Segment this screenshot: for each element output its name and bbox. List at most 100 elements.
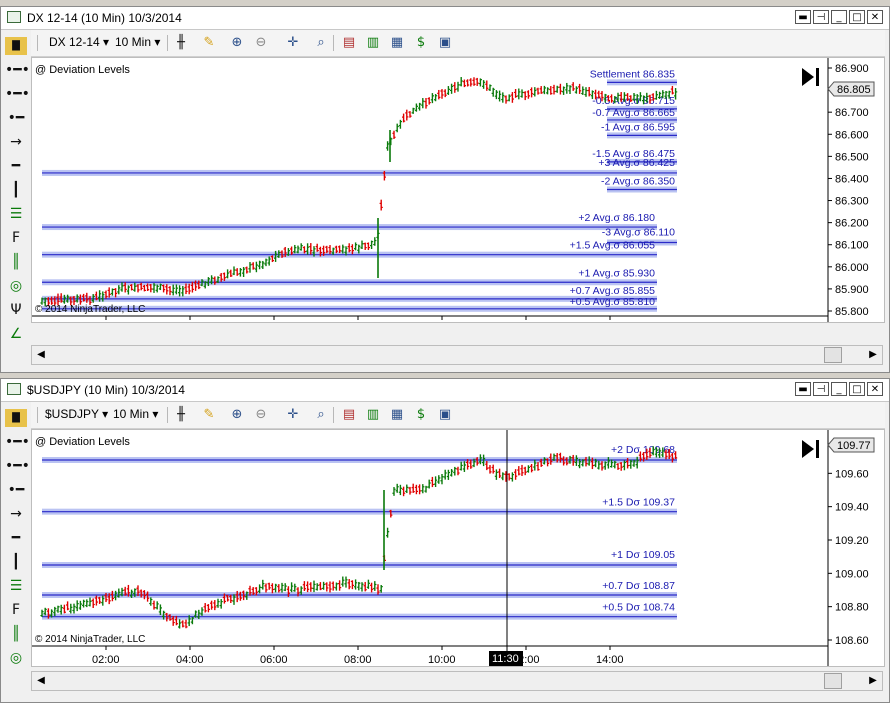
fib-retracement-icon[interactable]: ☰	[5, 577, 27, 595]
strategies-icon[interactable]: ▥	[365, 407, 381, 423]
chart-svg: 109.60 109.40 109.20 109.00 108.80 108.60 02:0…	[32, 430, 875, 666]
price-chart-dx[interactable]: 86.90086.80086.70086.60086.50086.40086.3…	[31, 57, 885, 336]
vertical-line-icon[interactable]: ┃	[5, 553, 27, 571]
time-tick-label: 02:00	[92, 654, 120, 666]
scroll-right-icon[interactable]: ▶	[866, 674, 880, 688]
indicators-icon[interactable]: ▤	[341, 35, 357, 51]
deviation-level-label: Settlement 86.835	[590, 68, 675, 80]
chart-data-icon[interactable]: ▦	[389, 407, 405, 423]
deviation-level-label: -0.7 Avg.σ 86.665	[592, 107, 675, 119]
horizontal-line-icon[interactable]: ━	[5, 157, 27, 175]
vertical-line-icon[interactable]: ┃	[5, 181, 27, 199]
ruler-tool-icon[interactable]: ▇	[5, 409, 27, 427]
price-tick-label: 109.00	[835, 568, 869, 580]
zoom-out-icon[interactable]: ⊖	[253, 35, 269, 51]
maximize-button[interactable]: □	[849, 382, 865, 396]
fib-circle-icon[interactable]: ◎	[5, 649, 27, 667]
horizontal-scrollbar[interactable]: ◀ ▶	[31, 345, 883, 365]
scroll-left-icon[interactable]: ◀	[34, 348, 48, 362]
crosshair-icon[interactable]: ✛	[285, 35, 301, 51]
fib-extension-icon[interactable]: F	[5, 229, 27, 247]
price-tick-label: 86.500	[835, 151, 869, 163]
close-button[interactable]: ✕	[867, 382, 883, 396]
time-tick-label: 08:00	[344, 654, 372, 666]
line-tool-icon[interactable]: •━•	[5, 457, 30, 475]
arrow-line-icon[interactable]: →	[5, 133, 27, 151]
chart-data-icon[interactable]: ▦	[389, 35, 405, 51]
close-button[interactable]: ✕	[867, 10, 883, 24]
toolbar-separator	[37, 35, 38, 51]
interval-selector[interactable]: 10 Min ▾	[115, 35, 160, 49]
properties-icon[interactable]: ▣	[437, 407, 453, 423]
price-tick-label: 86.300	[835, 196, 869, 208]
link-icon[interactable]: ▬	[795, 382, 811, 396]
deviation-level-label: -2 Avg.σ 86.350	[601, 176, 675, 188]
fib-extension-icon[interactable]: F	[5, 601, 27, 619]
price-tick-label: 109.20	[835, 535, 869, 547]
link-icon[interactable]: ▬	[795, 10, 811, 24]
pin-icon[interactable]: ⊣	[813, 10, 829, 24]
deviation-level-label: +2 Avg.σ 86.180	[578, 212, 655, 224]
instrument-selector[interactable]: DX 12-14 ▾	[49, 35, 109, 49]
gann-fan-icon[interactable]: ∠	[5, 325, 27, 343]
fib-retracement-icon[interactable]: ☰	[5, 205, 27, 223]
title-bar[interactable]: DX 12-14 (10 Min) 10/3/2014 ▬ ⊣ _ □ ✕	[1, 7, 889, 30]
drawing-pencil-icon[interactable]: ✎	[201, 407, 217, 423]
arrow-line-icon[interactable]: →	[5, 505, 27, 523]
scroll-right-icon[interactable]: ▶	[866, 348, 880, 362]
dollar-icon[interactable]: $	[413, 35, 429, 51]
scroll-thumb[interactable]	[824, 673, 842, 689]
time-tick-label: 06:00	[260, 654, 288, 666]
line-tool-icon[interactable]: •━•	[5, 85, 30, 103]
horizontal-scrollbar[interactable]: ◀ ▶	[31, 671, 883, 691]
fib-time-icon[interactable]: ║	[5, 253, 27, 271]
horizontal-line-icon[interactable]: ━	[5, 529, 27, 547]
strategies-icon[interactable]: ▥	[365, 35, 381, 51]
interval-selector[interactable]: 10 Min ▾	[113, 407, 158, 421]
zoom-out-icon[interactable]: ⊖	[253, 407, 269, 423]
price-tick-label: 86.700	[835, 107, 869, 119]
zoom-in-icon[interactable]: ⊕	[229, 35, 245, 51]
magnifier-icon[interactable]: ⌕	[313, 35, 329, 51]
deviation-level-label: +0.5 Avg.σ 85.810	[570, 296, 656, 308]
indicator-label: @ Deviation Levels	[35, 64, 130, 76]
fib-circle-icon[interactable]: ◎	[5, 277, 27, 295]
indicators-icon[interactable]: ▤	[341, 407, 357, 423]
scroll-thumb[interactable]	[824, 347, 842, 363]
chart-window-icon	[7, 383, 21, 395]
pin-icon[interactable]: ⊣	[813, 382, 829, 396]
chart-toolbar: DX 12-14 ▾ 10 Min ▾ ╫ ✎ ⊕ ⊖ ✛ ⌕ ▤ ▥ ▦ $ …	[31, 30, 885, 57]
dollar-icon[interactable]: $	[413, 407, 429, 423]
title-bar[interactable]: $USDJPY (10 Min) 10/3/2014 ▬ ⊣ _ □ ✕	[1, 379, 889, 402]
extended-line-icon[interactable]: •━	[5, 109, 27, 127]
properties-icon[interactable]: ▣	[437, 35, 453, 51]
price-tick-label: 85.900	[835, 284, 869, 296]
minimize-button[interactable]: _	[831, 382, 847, 396]
magnifier-icon[interactable]: ⌕	[313, 407, 329, 423]
fib-time-icon[interactable]: ║	[5, 625, 27, 643]
drawing-pencil-icon[interactable]: ✎	[201, 35, 217, 51]
price-chart-usdjpy[interactable]: 109.60 109.40 109.20 109.00 108.80 108.60 02:0…	[31, 429, 885, 667]
price-tick-label: 86.100	[835, 240, 869, 252]
maximize-button[interactable]: □	[849, 10, 865, 24]
chart-svg: 86.90086.80086.70086.60086.50086.40086.3…	[32, 58, 875, 336]
go-to-end-icon	[802, 68, 814, 86]
price-tick-label: 109.60	[835, 468, 869, 480]
zoom-in-icon[interactable]: ⊕	[229, 407, 245, 423]
ray-tool-icon[interactable]: •━•	[5, 433, 30, 451]
minimize-button[interactable]: _	[831, 10, 847, 24]
instrument-selector[interactable]: $USDJPY ▾	[45, 407, 108, 421]
go-to-end-icon	[816, 68, 819, 86]
ruler-tool-icon[interactable]: ▇	[5, 37, 27, 55]
toolbar-separator	[167, 35, 168, 51]
ray-tool-icon[interactable]: •━•	[5, 61, 30, 79]
andrews-pitchfork-icon[interactable]: Ψ	[5, 301, 27, 319]
bar-type-icon[interactable]: ╫	[173, 35, 189, 51]
crosshair-icon[interactable]: ✛	[285, 407, 301, 423]
scroll-left-icon[interactable]: ◀	[34, 674, 48, 688]
extended-line-icon[interactable]: •━	[5, 481, 27, 499]
time-tick-label: 14:00	[596, 654, 624, 666]
toolbar-separator	[333, 35, 334, 51]
bar-type-icon[interactable]: ╫	[173, 407, 189, 423]
chart-window-icon	[7, 11, 21, 23]
